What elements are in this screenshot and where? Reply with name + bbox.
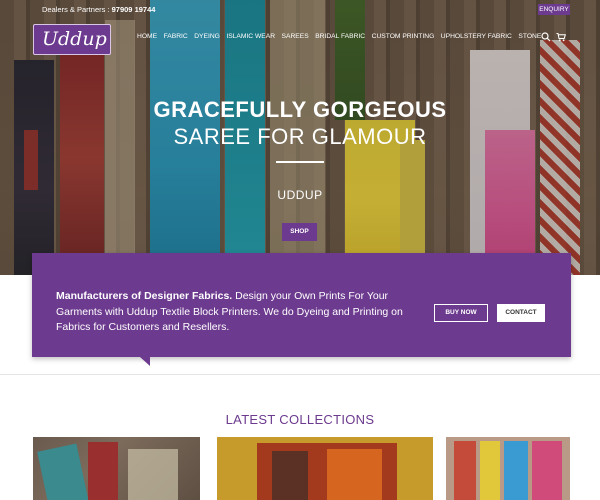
dealers-label: Dealers & Partners :	[42, 5, 110, 14]
hero-banner: Dealers & Partners : 97909 19744 ENQUIRY…	[0, 0, 600, 275]
phone-number[interactable]: 97909 19744	[112, 5, 156, 14]
collection-thumb-1[interactable]	[33, 437, 200, 500]
nav-item-home[interactable]: HOME	[137, 33, 157, 40]
main-nav: HOME FABRIC DYEING ISLAMIC WEAR SAREES B…	[137, 33, 548, 40]
search-icon[interactable]	[541, 32, 551, 42]
cart-icon[interactable]	[556, 32, 566, 42]
promo-pointer	[140, 357, 150, 366]
dealers-info: Dealers & Partners : 97909 19744	[42, 5, 155, 14]
collection-thumb-2[interactable]	[217, 437, 433, 500]
site-logo[interactable]: Uddup	[33, 24, 111, 55]
collection-thumb-3[interactable]	[446, 437, 570, 500]
nav-item-stone[interactable]: STONE	[518, 33, 541, 40]
nav-item-sarees[interactable]: SAREES	[282, 33, 309, 40]
hero-subheadline: SAREE FOR GLAMOUR	[173, 124, 427, 149]
hero-divider	[276, 161, 324, 163]
top-bar: Dealers & Partners : 97909 19744 ENQUIRY	[0, 0, 600, 18]
promo-box: Manufacturers of Designer Fabrics. Desig…	[32, 253, 571, 357]
nav-item-bridal-fabric[interactable]: BRIDAL FABRIC	[315, 33, 365, 40]
nav-item-fabric[interactable]: FABRIC	[164, 33, 188, 40]
hero-headline: GRACEFULLY GORGEOUS	[153, 97, 447, 122]
shop-button[interactable]: SHOP	[282, 223, 317, 241]
nav-item-islamic-wear[interactable]: ISLAMIC WEAR	[226, 33, 275, 40]
buy-now-button[interactable]: BUY NOW	[434, 304, 488, 322]
nav-item-custom-printing[interactable]: CUSTOM PRINTING	[372, 33, 435, 40]
promo-text: Manufacturers of Designer Fabrics. Desig…	[56, 289, 416, 336]
latest-collections-heading: LATEST COLLECTIONS	[225, 412, 375, 427]
enquiry-button[interactable]: ENQUIRY	[538, 4, 570, 15]
promo-headline: Manufacturers of Designer Fabrics.	[56, 290, 233, 302]
section-divider	[0, 374, 600, 375]
contact-button[interactable]: CONTACT	[497, 304, 545, 322]
nav-item-dyeing[interactable]: DYEING	[194, 33, 220, 40]
hero-brand: UDDUP	[277, 188, 323, 202]
nav-item-upholstery-fabric[interactable]: UPHOLSTERY FABRIC	[441, 33, 512, 40]
